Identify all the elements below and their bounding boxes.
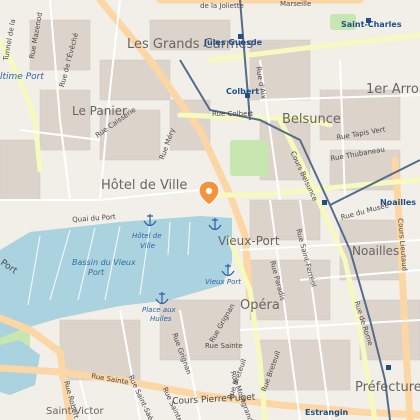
street-joliette: de la Joliette [200,2,244,10]
water-bassin: Bassin du Vieux [72,258,136,267]
district-hotel-de-ville: Hôtel de Ville [101,178,188,193]
district-belsunce: Belsunce [282,112,341,127]
metro-colbert[interactable]: Colbert [226,87,259,96]
district-vieux-port: Vieux-Port [218,234,280,248]
water-bassin-2: Port [88,268,105,277]
street-colbert: Rue Colbert [212,110,254,118]
district-opera: Opéra [240,298,280,313]
label-vieux-port-quai: Vieux Port [205,278,241,286]
metro-jules-guesde[interactable]: Jules Guesde [204,38,262,47]
metro-estrangin[interactable]: Estrangin [305,408,348,417]
label-hotel-ville-quai-2: Ville [140,242,155,250]
street-marseille: Marseille [280,0,312,8]
district-prefecture: Préfecture [355,380,420,395]
label-place-huiles-2: Huiles [150,315,172,323]
map-view[interactable]: Les Grands Carmes Le Panier Hôtel de Vil… [0,0,420,420]
label-ultime-port: ltime Port [0,72,44,82]
district-noailles: Noailles [352,244,400,258]
metro-saint-charles[interactable]: Saint-Charles [341,20,402,29]
district-1er-arrondissement: 1er Arron [366,82,420,97]
street-sainte: Rue Sainte [205,342,243,350]
label-hotel-ville-quai: Hôtel de [132,232,162,240]
label-place-huiles: Place aux [142,306,176,314]
location-pin-icon[interactable] [198,180,220,206]
